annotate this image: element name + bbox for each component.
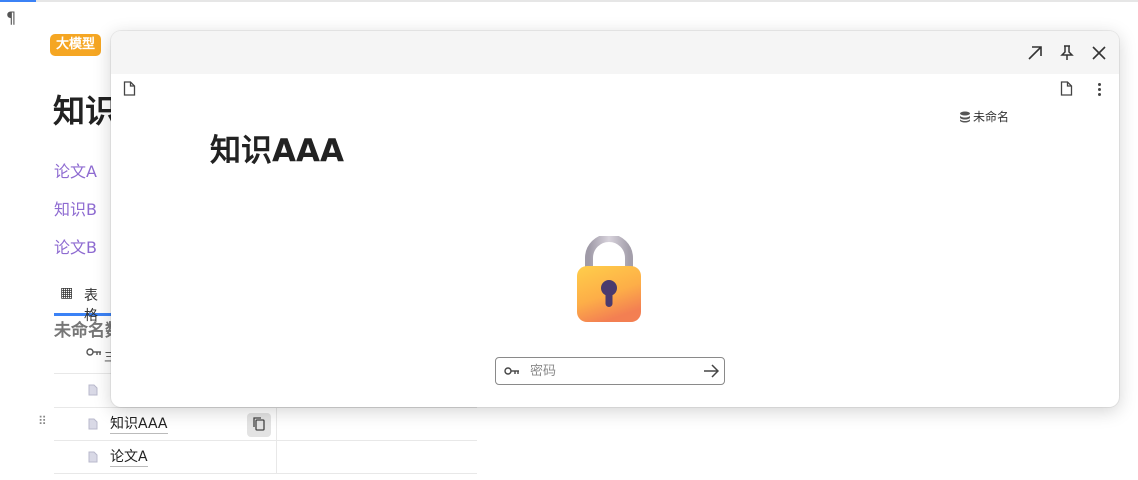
table-row-title[interactable]: 知识AAA (110, 416, 168, 434)
reference-link[interactable]: 论文B (54, 234, 97, 258)
pilcrow-icon[interactable]: ¶ (6, 8, 16, 27)
tag-badge[interactable]: 大模型 (50, 34, 102, 56)
copy-icon (253, 416, 265, 435)
key-icon (86, 346, 102, 360)
database-tag[interactable]: 未命名 (959, 108, 1009, 125)
password-input[interactable] (530, 361, 690, 381)
drag-handle-icon[interactable]: ⠿ (38, 415, 47, 427)
key-icon (504, 363, 520, 382)
popup-title: 知识AAA (210, 133, 344, 169)
database-icon (960, 111, 970, 122)
table-divider (54, 440, 477, 441)
reference-link[interactable]: 知识B (54, 196, 97, 220)
open-in-full-icon[interactable] (1023, 41, 1047, 65)
document-icon[interactable] (1060, 81, 1073, 100)
reference-link[interactable]: 论文A (54, 158, 97, 182)
pin-icon[interactable] (1055, 41, 1079, 65)
document-title: 知识 (53, 92, 118, 130)
close-icon[interactable] (1087, 41, 1111, 65)
table-divider (54, 473, 477, 474)
database-tag-label: 未命名 (973, 110, 1010, 124)
tab-table[interactable]: ▦ 表格 (54, 281, 111, 324)
document-icon (88, 384, 98, 399)
popup-header (111, 31, 1119, 74)
copy-button[interactable] (247, 413, 271, 437)
document-icon (88, 451, 98, 466)
table-divider (54, 407, 477, 408)
arrow-right-icon[interactable] (703, 363, 720, 383)
page-preview-popup: 未命名 知识AAA (111, 31, 1119, 407)
more-vertical-icon[interactable] (1091, 81, 1107, 97)
top-border (0, 0, 1138, 2)
table-row-title[interactable]: 论文A (110, 449, 148, 467)
document-icon[interactable] (123, 81, 136, 100)
password-field[interactable] (495, 357, 725, 385)
table-grid-icon: ▦ (60, 285, 74, 301)
lock-icon (573, 234, 645, 328)
document-icon (88, 418, 98, 433)
top-accent-bar (0, 0, 36, 2)
